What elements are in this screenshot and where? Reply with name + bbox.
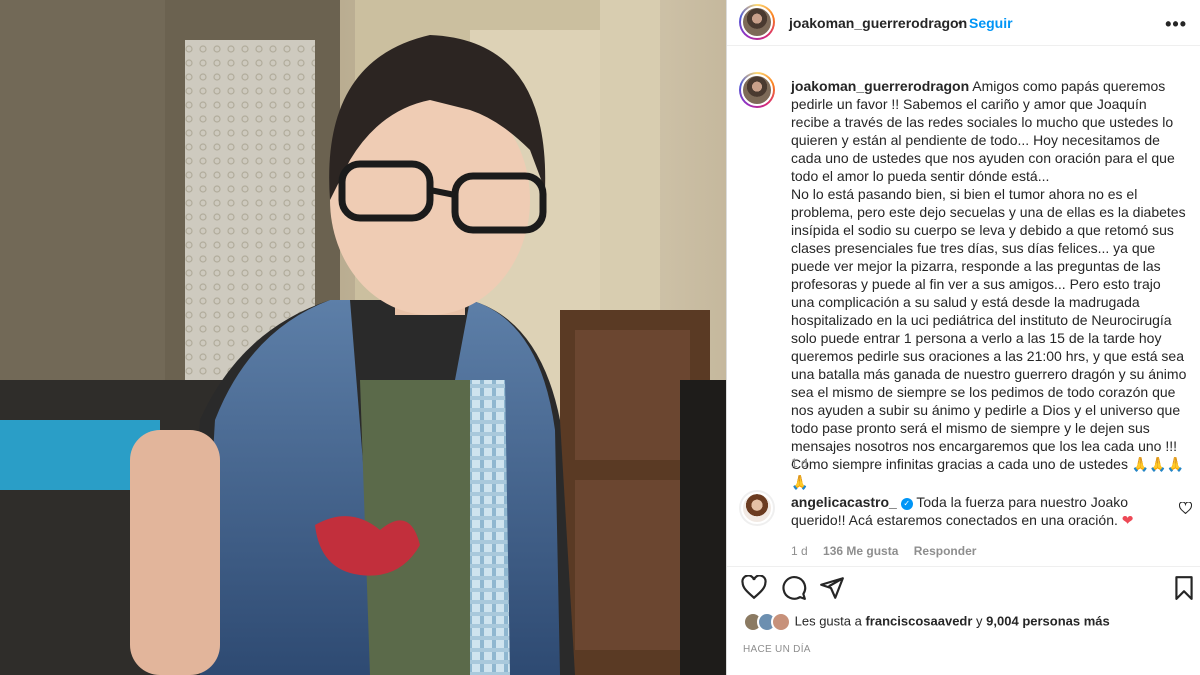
author-avatar[interactable] xyxy=(739,4,775,40)
likes-user[interactable]: franciscosaavedr xyxy=(865,613,972,628)
commenter-avatar[interactable] xyxy=(739,490,775,526)
likes-prefix: Les gusta a xyxy=(794,613,862,629)
caption-age[interactable]: 1 d xyxy=(791,456,808,470)
author-username[interactable]: joakoman_guerrerodragon xyxy=(789,15,967,31)
verified-badge-icon: ✓ xyxy=(900,498,913,510)
caption-avatar[interactable] xyxy=(739,72,775,108)
comment-bubble-icon[interactable] xyxy=(781,575,807,601)
comment-like-heart-icon[interactable] xyxy=(1179,502,1192,514)
share-send-icon[interactable] xyxy=(819,575,845,601)
comment-item: angelicacastro_ ✓ Toda la fuerza para nu… xyxy=(791,493,1171,529)
post-photo[interactable] xyxy=(0,0,726,675)
reply-button[interactable]: Responder xyxy=(914,544,977,558)
like-heart-icon[interactable] xyxy=(741,575,767,601)
caption-username[interactable]: joakoman_guerrerodragon xyxy=(791,78,969,94)
comment-age[interactable]: 1 d xyxy=(791,544,808,558)
post-panel: joakoman_guerrerodragon • Seguir ••• joa… xyxy=(726,0,1200,675)
post-timestamp[interactable]: HACE UN DÍA xyxy=(743,644,811,655)
caption-text: Amigos como papás queremos pedirle un fa… xyxy=(791,78,1187,490)
bookmark-save-icon[interactable] xyxy=(1171,575,1197,601)
more-horizontal-icon[interactable]: ••• xyxy=(1165,14,1187,35)
post-header: joakoman_guerrerodragon • Seguir ••• xyxy=(727,0,1200,46)
separator-dot: • xyxy=(958,16,963,30)
comment-meta: 1 d 136 Me gusta Responder xyxy=(791,544,976,558)
follow-button[interactable]: Seguir xyxy=(969,15,1013,31)
red-heart-emoji: ❤ xyxy=(1121,512,1134,528)
post-caption: joakoman_guerrerodragon Amigos como papá… xyxy=(791,77,1187,491)
likes-summary: Les gusta a franciscosaavedr y 9,004 per… xyxy=(743,612,1110,632)
post-image xyxy=(0,0,726,675)
likes-middle: y xyxy=(976,613,983,629)
action-bar xyxy=(727,566,1200,606)
comment-likes[interactable]: 136 Me gusta xyxy=(823,544,898,558)
commenter-username[interactable]: angelicacastro_ xyxy=(791,494,897,510)
liker-avatars[interactable] xyxy=(743,612,791,632)
likes-count[interactable]: 9,004 personas más xyxy=(986,613,1110,628)
